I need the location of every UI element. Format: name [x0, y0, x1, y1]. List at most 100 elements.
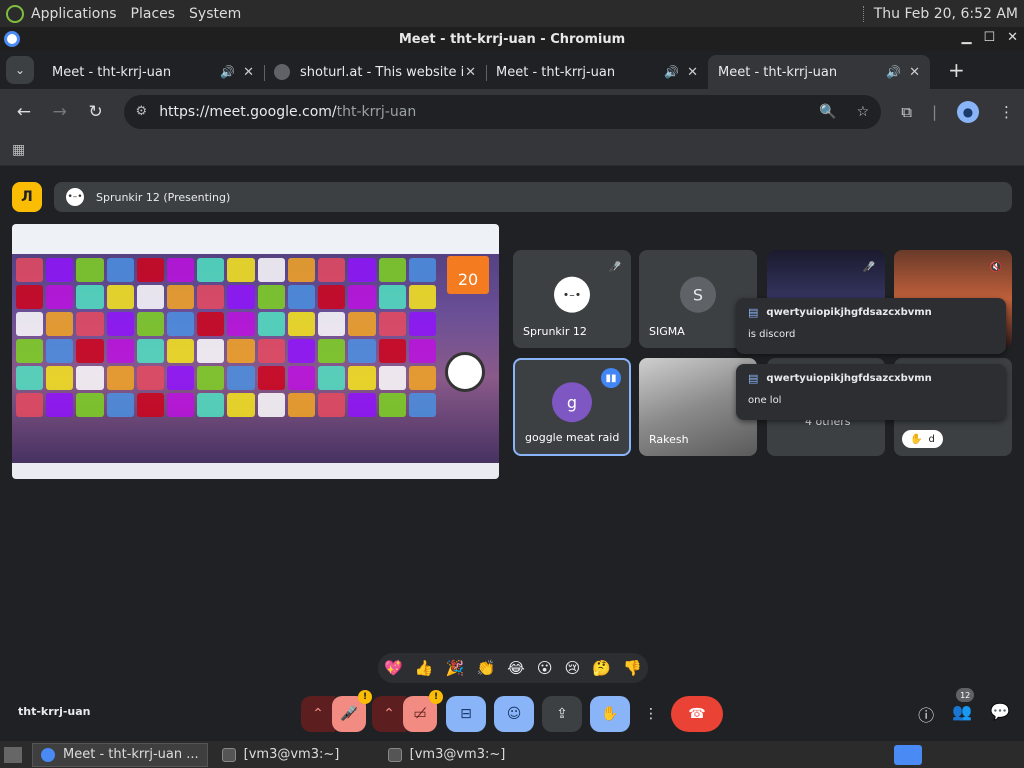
window-titlebar[interactable]: Meet - tht-krrj-uan - Chromium ▁ ☐ ✕	[0, 27, 1024, 51]
desktop-app-icon	[106, 285, 134, 309]
presenting-bar[interactable]: •–• Sprunkir 12 (Presenting)	[54, 182, 1012, 212]
maximize-button[interactable]: ☐	[983, 30, 995, 45]
close-tab-icon[interactable]: ✕	[465, 65, 476, 80]
desktop-app-icon	[167, 366, 195, 390]
desktop-app-icon	[167, 393, 195, 417]
people-button[interactable]: 12 👥	[952, 688, 975, 726]
site-info-icon[interactable]: ⚙	[136, 104, 148, 119]
reaction-thinking[interactable]: 🤔	[592, 659, 611, 677]
mic-off-icon: 🎤̸	[608, 262, 621, 273]
reload-button[interactable]: ↻	[82, 102, 110, 122]
meeting-code: tht-krrj-uan	[18, 705, 91, 718]
close-window-button[interactable]: ✕	[1007, 30, 1018, 45]
reaction-picker: 💖 👍 🎉 👏 😂 😮 😢 🤔 👎	[378, 653, 648, 683]
reaction-thumbs-down[interactable]: 👎	[623, 659, 642, 677]
desktop-app-icon	[318, 393, 346, 417]
participant-name: Rakesh	[649, 433, 689, 446]
mic-toggle-button[interactable]: 🎤̸!	[332, 690, 372, 732]
browser-menu-icon[interactable]: ⋮	[999, 103, 1014, 121]
profile-avatar-icon[interactable]: ●	[957, 100, 980, 123]
tab-search-button[interactable]: ⌄	[6, 56, 34, 84]
close-tab-icon[interactable]: ✕	[909, 65, 920, 80]
shared-screen[interactable]: 20	[12, 224, 499, 479]
desktop-app-icon	[167, 312, 195, 336]
new-tab-button[interactable]: +	[948, 58, 965, 82]
camera-toggle-button[interactable]: ▭̸!	[403, 690, 443, 732]
more-options-button[interactable]: ⋮	[638, 696, 664, 732]
back-button[interactable]: ←	[10, 102, 38, 122]
taskbar-item-label: Meet - tht-krrj-uan ...	[63, 747, 199, 762]
tab-meet-2[interactable]: Meet - tht-krrj-uan 🔊 ✕	[486, 55, 708, 237]
clock[interactable]: Thu Feb 20, 6:52 AM	[862, 5, 1018, 22]
address-bar[interactable]: ⚙ https://meet.google.com/tht-krrj-uan 🔍…	[123, 94, 882, 129]
speaking-indicator-icon: ▮▮	[601, 368, 621, 388]
close-tab-icon[interactable]: ✕	[687, 65, 698, 80]
reaction-clapping[interactable]: 👏	[476, 659, 495, 677]
apps-grid-icon[interactable]: ▦	[12, 142, 25, 158]
emoji-icon: ☺	[506, 706, 522, 722]
raised-hand-chip: ✋ d	[902, 430, 943, 448]
desktop-app-icon	[318, 258, 346, 282]
raise-hand-button[interactable]: ✋	[590, 696, 630, 732]
speaker-icon[interactable]: 🔊	[664, 65, 679, 79]
desktop-app-icon	[348, 393, 376, 417]
tab-shoturl[interactable]: shoturl.at - This website is ✕	[264, 55, 486, 89]
zoom-icon[interactable]: 🔍	[819, 104, 836, 120]
tab-meet-1[interactable]: Meet - tht-krrj-uan 🔊 ✕	[42, 55, 264, 237]
desktop-app-icon	[227, 339, 255, 363]
chat-notification[interactable]: ▤ qwertyuiopikjhgfdsazcxbvmn one lol	[736, 364, 1006, 420]
workspace-switcher-icon[interactable]	[894, 744, 922, 765]
desktop-app-icon	[408, 258, 436, 282]
captions-button[interactable]: ⊟	[446, 696, 486, 732]
meeting-info-icon[interactable]: ⓘ	[918, 702, 934, 726]
panel-separator	[862, 5, 866, 22]
desktop-app-icon	[257, 258, 285, 282]
participant-tile[interactable]: 🎤̸ •–• Sprunkir 12	[513, 250, 631, 348]
reaction-laughing[interactable]: 😂	[507, 659, 525, 677]
audio-options-button[interactable]: ⌃	[301, 696, 335, 732]
shared-clock-widget	[445, 352, 485, 392]
avatar: •–•	[554, 276, 590, 313]
chat-button-icon[interactable]: 💬	[990, 702, 1010, 726]
desktop-app-icon	[136, 285, 165, 309]
desktop-app-icon	[106, 393, 134, 417]
speaker-icon[interactable]: 🔊	[220, 65, 235, 79]
present-screen-button[interactable]: ⇪	[542, 696, 582, 732]
taskbar-item-terminal[interactable]: [vm3@vm3:~]	[380, 743, 540, 767]
reactions-button[interactable]: ☺	[494, 696, 534, 732]
speaker-icon[interactable]: 🔊	[886, 65, 901, 79]
forward-button[interactable]: →	[46, 102, 74, 122]
desktop-app-icon	[16, 393, 44, 417]
video-options-button[interactable]: ⌃	[372, 696, 406, 732]
bookmark-star-icon[interactable]: ☆	[857, 104, 870, 120]
distro-logo-icon[interactable]	[6, 4, 24, 23]
meet-stage: Л •–• Sprunkir 12 (Presenting) 20 🎤̸ •–•…	[0, 166, 1024, 741]
reaction-sparkling-heart[interactable]: 💖	[384, 659, 403, 677]
system-menu[interactable]: System	[189, 6, 241, 22]
desktop-app-icon	[287, 339, 316, 363]
presenter-badge[interactable]: Л	[12, 182, 42, 212]
taskbar-item-chromium[interactable]: Meet - tht-krrj-uan ...	[32, 742, 208, 767]
desktop-app-icon	[16, 339, 44, 363]
chevron-up-icon: ⌃	[383, 706, 395, 722]
participant-name: d	[928, 433, 935, 445]
applications-menu[interactable]: Applications	[31, 6, 117, 22]
extensions-icon[interactable]: ⧉	[901, 103, 912, 121]
participant-tile[interactable]: ▮▮ g goggle meat raid	[513, 358, 631, 456]
tab-meet-active[interactable]: Meet - tht-krrj-uan 🔊 ✕	[708, 55, 930, 237]
reaction-party-popper[interactable]: 🎉	[446, 659, 465, 677]
more-vert-icon: ⋮	[644, 706, 658, 722]
desktop-app-icon	[46, 393, 74, 417]
close-tab-icon[interactable]: ✕	[243, 65, 254, 80]
reaction-thumbs-up[interactable]: 👍	[415, 659, 434, 677]
places-menu[interactable]: Places	[131, 6, 176, 22]
reaction-crying[interactable]: 😢	[565, 659, 581, 677]
desktop-app-icon	[167, 258, 195, 282]
show-desktop-icon[interactable]	[4, 746, 22, 763]
shared-screen-desktop-icons	[16, 258, 436, 428]
reaction-surprised[interactable]: 😮	[537, 659, 553, 677]
leave-call-button[interactable]: ☎	[671, 696, 723, 732]
minimize-button[interactable]: ▁	[961, 30, 971, 45]
chat-notification[interactable]: ▤ qwertyuiopikjhgfdsazcxbvmn is discord	[736, 298, 1006, 354]
taskbar-item-terminal[interactable]: [vm3@vm3:~]	[214, 743, 374, 767]
